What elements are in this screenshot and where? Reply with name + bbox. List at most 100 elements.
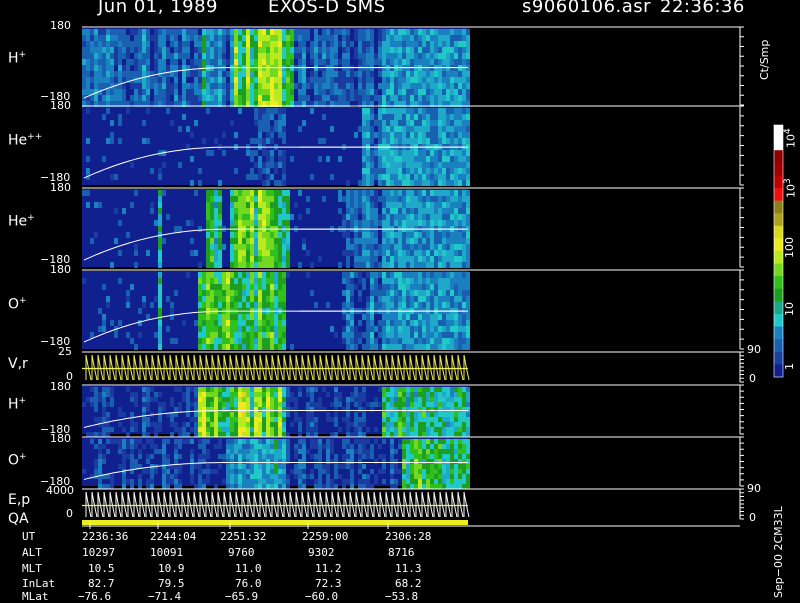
spectrogram-cell bbox=[278, 114, 282, 120]
spectrogram-cell bbox=[394, 407, 398, 412]
spectrogram-cell bbox=[390, 126, 394, 132]
spectrogram-cell bbox=[390, 132, 394, 138]
spectrogram-cell bbox=[466, 278, 470, 284]
spectrogram-cell bbox=[402, 53, 406, 59]
spectrogram-cell bbox=[422, 174, 426, 180]
spectrogram-cell bbox=[322, 464, 326, 469]
spectrogram-cell bbox=[274, 469, 278, 474]
spectrogram-cell bbox=[278, 250, 282, 256]
spectrogram-cell bbox=[166, 454, 170, 459]
spectrogram-cell bbox=[418, 71, 422, 77]
spectrogram-cell bbox=[378, 454, 382, 459]
spectrogram-cell bbox=[370, 272, 374, 278]
spectrogram-cell bbox=[218, 41, 222, 47]
spectrogram-cell bbox=[366, 439, 370, 444]
spectrogram-cell bbox=[106, 484, 110, 489]
spectrogram-cell bbox=[406, 332, 410, 338]
spectrogram-cell bbox=[362, 256, 366, 262]
spectrogram-cell bbox=[206, 417, 210, 422]
spectrogram-cell bbox=[406, 77, 410, 83]
spectrogram-cell bbox=[202, 439, 206, 444]
spectrogram-cell bbox=[358, 35, 362, 41]
spectrogram-cell bbox=[130, 83, 134, 89]
spectrogram-cell bbox=[374, 208, 378, 214]
spectrogram-cell bbox=[282, 126, 286, 132]
spectrogram-cell bbox=[254, 47, 258, 53]
spectrogram-cell bbox=[462, 156, 466, 162]
spectrogram-cell bbox=[410, 479, 414, 484]
spectrogram-cell bbox=[454, 338, 458, 344]
spectrogram-cell bbox=[182, 320, 186, 326]
spectrogram-cell bbox=[362, 132, 366, 138]
spectrogram-cell bbox=[402, 402, 406, 407]
spectrogram-cell bbox=[434, 180, 438, 186]
spectrogram-cell bbox=[422, 53, 426, 59]
spectrogram-cell bbox=[462, 71, 466, 77]
spectrogram-cell bbox=[446, 387, 450, 392]
spectrogram-cell bbox=[434, 138, 438, 144]
spectrogram-cell bbox=[210, 278, 214, 284]
spectrogram-cell bbox=[446, 35, 450, 41]
spectrogram-cell bbox=[390, 190, 394, 196]
spectrogram-cell bbox=[450, 432, 454, 437]
spectrogram-cell bbox=[278, 338, 282, 344]
spectrogram-cell bbox=[454, 474, 458, 479]
spectrogram-cell bbox=[98, 444, 102, 449]
spectrogram-cell bbox=[218, 320, 222, 326]
spectrogram-cell bbox=[282, 180, 286, 186]
spectrogram-cell bbox=[414, 196, 418, 202]
spectrogram-cell bbox=[194, 35, 198, 41]
spectrogram-cell bbox=[114, 95, 118, 101]
spectrogram-cell bbox=[326, 53, 330, 59]
spectrogram-cell bbox=[90, 35, 94, 41]
spectrogram-cell bbox=[454, 454, 458, 459]
spectrogram-cell bbox=[322, 89, 326, 95]
spectrogram-cell bbox=[246, 284, 250, 290]
spectrogram-cell bbox=[198, 284, 202, 290]
spectrogram-cell bbox=[362, 71, 366, 77]
spectrogram-cell bbox=[402, 284, 406, 290]
spectrogram-cell bbox=[318, 449, 322, 454]
spectrogram-cell bbox=[122, 459, 126, 464]
spectrogram-cell bbox=[386, 220, 390, 226]
spectrogram-cell bbox=[226, 59, 230, 65]
spectrogram-cell bbox=[354, 427, 358, 432]
spectrogram-cell bbox=[422, 432, 426, 437]
spectrogram-cell bbox=[118, 449, 122, 454]
spectrogram-cell bbox=[258, 196, 262, 202]
spectrogram-cell bbox=[294, 464, 298, 469]
spectrogram-cell bbox=[414, 180, 418, 186]
spectrogram-cell bbox=[210, 83, 214, 89]
spectrogram-cell bbox=[234, 402, 238, 407]
spectrogram-cell bbox=[378, 296, 382, 302]
spectrogram-cell bbox=[318, 474, 322, 479]
spectrogram-cell bbox=[246, 449, 250, 454]
spectrogram-cell bbox=[418, 256, 422, 262]
spectrogram-cell bbox=[162, 71, 166, 77]
spectrogram-cell bbox=[162, 77, 166, 83]
spectrogram-cell bbox=[358, 427, 362, 432]
spectrogram-cell bbox=[206, 226, 210, 232]
spectrogram-cell bbox=[430, 162, 434, 168]
spectrogram-cell bbox=[402, 256, 406, 262]
spectrogram-cell bbox=[406, 412, 410, 417]
spectrogram-cell bbox=[390, 196, 394, 202]
spectrogram-cell bbox=[402, 150, 406, 156]
spectrogram-cell bbox=[402, 196, 406, 202]
spectrogram-cell bbox=[426, 71, 430, 77]
spectrogram-cell bbox=[270, 256, 274, 262]
spectrogram-cell bbox=[246, 427, 250, 432]
spectrogram-cell bbox=[118, 89, 122, 95]
spectrogram-cell bbox=[306, 417, 310, 422]
spectrogram-cell bbox=[242, 387, 246, 392]
spectrogram-cell bbox=[218, 47, 222, 53]
spectrogram-cell bbox=[382, 320, 386, 326]
spectrogram-cell bbox=[274, 332, 278, 338]
spectrogram-cell bbox=[342, 444, 346, 449]
spectrogram-cell bbox=[398, 439, 402, 444]
spectrogram-cell bbox=[198, 272, 202, 278]
spectrogram-cell bbox=[270, 397, 274, 402]
spectrogram-cell bbox=[206, 387, 210, 392]
spectrogram-cell bbox=[394, 162, 398, 168]
spectrogram-cell bbox=[262, 138, 266, 144]
